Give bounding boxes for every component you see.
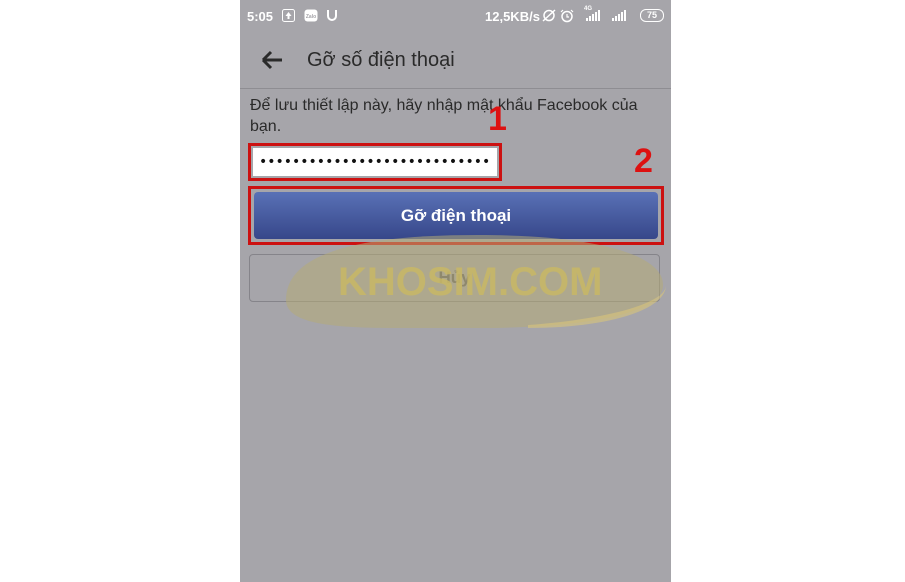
remove-phone-button[interactable]: Gỡ điện thoại xyxy=(254,192,658,239)
back-arrow-icon[interactable] xyxy=(260,48,286,72)
app-header: Gỡ số điện thoại xyxy=(240,32,671,89)
u-icon xyxy=(326,9,338,25)
svg-text:Zalo: Zalo xyxy=(306,14,316,20)
page-title: Gỡ số điện thoại xyxy=(307,49,455,71)
battery-icon: 75 xyxy=(640,9,664,22)
signal-1-icon xyxy=(586,10,600,21)
marker-number-2: 2 xyxy=(634,142,653,180)
remove-button-highlight-box: Gỡ điện thoại xyxy=(248,186,664,245)
marker-number-1: 1 xyxy=(488,100,507,138)
phone-screen: 5:05 Zalo 12,5KB/s 4G 75 Gỡ số điện thoạ… xyxy=(240,0,671,582)
zalo-icon: Zalo xyxy=(304,9,318,25)
signal-2-icon xyxy=(612,10,626,21)
cancel-button[interactable]: Hủy xyxy=(249,254,660,302)
upload-icon xyxy=(282,9,295,25)
password-input[interactable] xyxy=(253,148,497,176)
status-bar: 5:05 Zalo 12,5KB/s 4G 75 xyxy=(240,0,671,32)
sync-off-icon xyxy=(542,9,556,25)
status-time: 5:05 xyxy=(247,9,274,24)
alarm-icon xyxy=(560,9,574,26)
instruction-text: Để lưu thiết lập này, hãy nhập mật khẩu … xyxy=(250,97,638,135)
password-highlight-box xyxy=(248,143,502,181)
network-speed: 12,5KB/s xyxy=(485,9,540,24)
